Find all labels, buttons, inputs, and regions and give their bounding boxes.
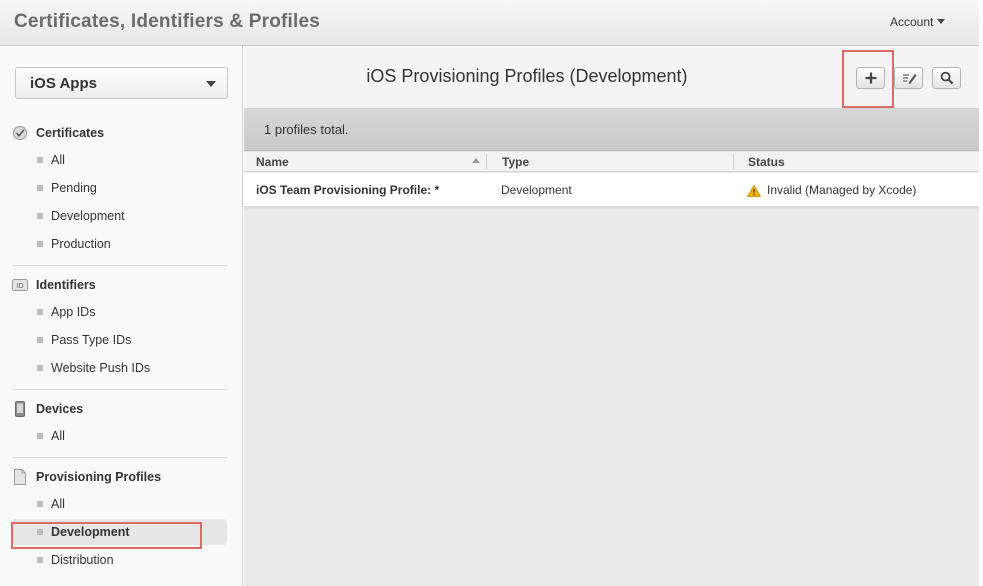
sidebar-section-title: Devices [36, 402, 84, 416]
highlight-development [11, 522, 202, 549]
sidebar-item-label: Pending [51, 181, 97, 195]
sidebar-item-label: Production [51, 237, 111, 251]
profile-name: iOS Team Provisioning Profile: * [256, 183, 440, 197]
sidebar-item-label: Development [51, 209, 125, 223]
bullet-icon [37, 365, 43, 371]
bullet-icon [37, 157, 43, 163]
bullet-icon [37, 433, 43, 439]
profiles-count-bar: 1 profiles total. [244, 109, 979, 151]
sidebar-item-label: All [51, 153, 65, 167]
sidebar-item-certificates-pending[interactable]: Pending [37, 178, 227, 198]
sidebar-item-website-push-ids[interactable]: Website Push IDs [37, 358, 227, 378]
main-panel: iOS Provisioning Profiles (Development) … [244, 46, 979, 586]
bullet-icon [37, 213, 43, 219]
sidebar-item-label: Distribution [51, 553, 114, 567]
column-header-type[interactable]: Type [502, 155, 529, 169]
sidebar-divider [12, 265, 228, 266]
highlight-add-button [842, 50, 894, 108]
bullet-icon [37, 501, 43, 507]
sidebar-item-profiles-distribution[interactable]: Distribution [37, 550, 227, 570]
bullet-icon [37, 557, 43, 563]
column-divider [486, 154, 487, 169]
profile-type: Development [501, 183, 572, 197]
account-label: Account [890, 15, 934, 29]
page-edge [979, 0, 983, 586]
sidebar-item-label: Website Push IDs [51, 361, 151, 375]
document-icon [12, 469, 28, 485]
sidebar-item-certificates-development[interactable]: Development [37, 206, 227, 226]
id-badge-icon: ID [12, 277, 28, 293]
sort-ascending-icon[interactable] [472, 158, 480, 163]
page-heading: iOS Provisioning Profiles (Development) [366, 66, 688, 86]
device-icon [12, 401, 28, 417]
platform-select-value: iOS Apps [30, 75, 97, 92]
account-menu[interactable]: Account [890, 15, 946, 29]
sidebar-section-title: Identifiers [36, 278, 96, 292]
sidebar-item-label: All [51, 429, 65, 443]
bullet-icon [37, 185, 43, 191]
top-header: Certificates, Identifiers & Profiles Acc… [0, 0, 979, 46]
search-icon [940, 71, 954, 85]
table-header: Name Type Status [244, 152, 979, 172]
sidebar-item-label: All [51, 497, 65, 511]
platform-select[interactable]: iOS Apps [15, 67, 228, 99]
profiles-count: 1 profiles total. [264, 122, 349, 137]
sidebar-item-profiles-all[interactable]: All [37, 494, 227, 514]
page-title: Certificates, Identifiers & Profiles [14, 11, 321, 32]
sidebar-section-title: Certificates [36, 126, 105, 140]
sidebar-item-label: Pass Type IDs [51, 333, 132, 347]
sidebar-divider [12, 389, 228, 390]
bullet-icon [37, 337, 43, 343]
bullet-icon [37, 241, 43, 247]
sidebar-item-app-ids[interactable]: App IDs [37, 302, 227, 322]
sidebar-item-certificates-all[interactable]: All [37, 150, 227, 170]
chevron-down-icon [937, 19, 946, 24]
sidebar-section-title: Provisioning Profiles [36, 470, 162, 484]
sidebar-item-label: App IDs [51, 305, 96, 319]
column-divider [733, 154, 734, 169]
sidebar-item-pass-type-ids[interactable]: Pass Type IDs [37, 330, 227, 350]
sidebar-item-certificates-production[interactable]: Production [37, 234, 227, 254]
bullet-icon [37, 309, 43, 315]
svg-text:ID: ID [16, 282, 23, 290]
edit-icon [903, 74, 917, 84]
warning-icon [746, 184, 762, 202]
edit-button[interactable] [894, 67, 923, 89]
search-button[interactable] [932, 67, 961, 89]
sidebar-item-devices-all[interactable]: All [37, 426, 227, 446]
column-header-status[interactable]: Status [748, 155, 785, 169]
table-row[interactable]: iOS Team Provisioning Profile: * Develop… [244, 173, 979, 207]
certificate-icon [12, 125, 28, 141]
sidebar-divider [12, 457, 228, 458]
column-header-name[interactable]: Name [256, 155, 289, 169]
sidebar: iOS Apps Certificates All Pending Develo… [0, 46, 243, 586]
profile-status: Invalid (Managed by Xcode) [767, 183, 917, 197]
chevron-down-icon [206, 81, 216, 87]
